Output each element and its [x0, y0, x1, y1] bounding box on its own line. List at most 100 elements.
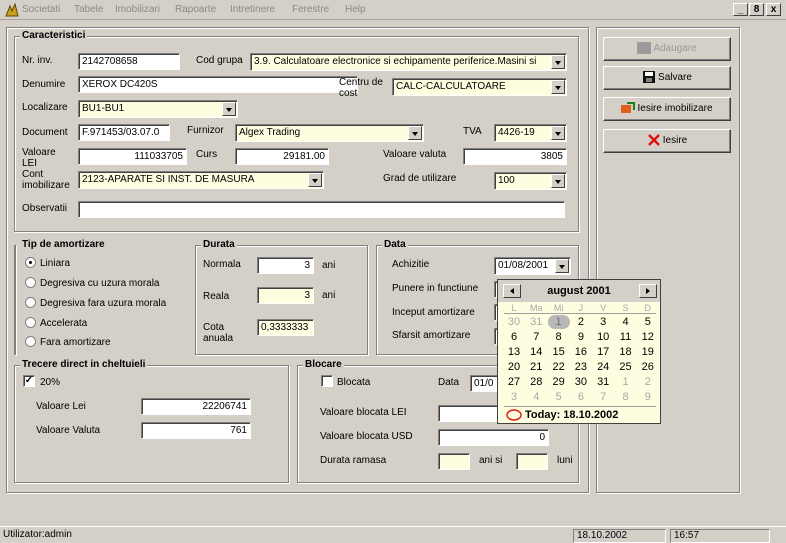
iesire-button[interactable]: Iesire [603, 129, 731, 153]
calendar-day[interactable]: 4 [525, 390, 547, 404]
radio-fara-amortizare[interactable] [25, 336, 36, 347]
tva-select[interactable]: 4426-19 [494, 124, 567, 142]
calendar-day[interactable]: 26 [637, 360, 659, 374]
calendar-day[interactable]: 14 [525, 345, 547, 359]
calendar-day[interactable]: 11 [615, 330, 637, 344]
radio-accelerata[interactable] [25, 317, 36, 328]
calendar-day[interactable]: 6 [570, 390, 592, 404]
val-blocata-usd-field[interactable]: 0 [438, 429, 549, 446]
grad-utilizare-select[interactable]: 100 [494, 172, 567, 190]
calendar-day[interactable]: 8 [548, 330, 570, 344]
calendar-day[interactable]: 1 [547, 315, 570, 329]
menu-imobilizari[interactable]: Imobilizari [115, 4, 160, 15]
achizitie-date-picker[interactable]: 01/08/2001 [494, 257, 571, 275]
valoare-lei-field[interactable]: 111033705 [78, 148, 187, 165]
calendar-day[interactable]: 12 [637, 330, 659, 344]
trecere-valoare-lei-field[interactable]: 22206741 [141, 398, 251, 415]
calendar-day[interactable]: 9 [570, 330, 592, 344]
radio-degresiva-cu-uzura[interactable] [25, 277, 36, 288]
degresiva-cu-uzura-label: Degresiva cu uzura morala [40, 278, 160, 289]
menu-ferestre[interactable]: Ferestre [292, 4, 329, 15]
menu-help[interactable]: Help [345, 4, 366, 15]
calendar-day[interactable]: 29 [548, 375, 570, 389]
observatii-field[interactable] [78, 201, 565, 218]
cod-grupa-select[interactable]: 3.9. Calculatoare electronice si echipam… [250, 53, 567, 71]
calendar-day[interactable]: 21 [525, 360, 547, 374]
grad-utilizare-dropdown-icon[interactable] [551, 174, 565, 188]
calendar-day[interactable]: 4 [615, 315, 637, 329]
curs-field[interactable]: 29181.00 [235, 148, 329, 165]
calendar-day[interactable]: 24 [592, 360, 614, 374]
calendar-day[interactable]: 5 [548, 390, 570, 404]
calendar-day[interactable]: 20 [503, 360, 525, 374]
iesire-imobilizare-button[interactable]: Iesire imobilizare [603, 97, 731, 121]
menu-tabele[interactable]: Tabele [74, 4, 103, 15]
calendar-day[interactable]: 19 [637, 345, 659, 359]
reala-field[interactable]: 3 [257, 287, 314, 304]
centru-cost-dropdown-icon[interactable] [551, 80, 565, 94]
calendar-day[interactable]: 9 [637, 390, 659, 404]
nr-inv-field[interactable]: 2142708658 [78, 53, 180, 70]
calendar-day[interactable]: 3 [503, 390, 525, 404]
calendar-day[interactable]: 16 [570, 345, 592, 359]
centru-cost-select[interactable]: CALC-CALCULATOARE [392, 78, 567, 96]
menu-societati[interactable]: Societati [22, 4, 60, 15]
calendar-day[interactable]: 1 [615, 375, 637, 389]
durata-ramasa-luni-field[interactable] [516, 453, 548, 470]
furnizor-dropdown-icon[interactable] [408, 126, 422, 140]
calendar-today-link[interactable]: Today: 18.10.2002 [525, 409, 618, 421]
calendar-day[interactable]: 7 [592, 390, 614, 404]
close-button[interactable]: x [766, 3, 781, 16]
localizare-select[interactable]: BU1-BU1 [78, 100, 238, 118]
valoare-valuta-field[interactable]: 3805 [463, 148, 567, 165]
calendar-day[interactable]: 7 [525, 330, 547, 344]
localizare-dropdown-icon[interactable] [222, 102, 236, 116]
radio-liniara[interactable] [25, 257, 36, 268]
calendar-day[interactable]: 15 [548, 345, 570, 359]
radio-degresiva-fara-uzura[interactable] [25, 297, 36, 308]
cota-anuala-field[interactable]: 0,3333333 [257, 319, 314, 336]
menu-rapoarte[interactable]: Rapoarte [175, 4, 216, 15]
calendar-day[interactable]: 30 [570, 375, 592, 389]
calendar-day[interactable]: 5 [637, 315, 659, 329]
calendar-day[interactable]: 6 [503, 330, 525, 344]
calendar-day[interactable]: 25 [615, 360, 637, 374]
menu-intretinere[interactable]: Intretinere [230, 4, 275, 15]
calendar-day[interactable]: 2 [637, 375, 659, 389]
salvare-button[interactable]: Salvare [603, 66, 731, 90]
minimize-button[interactable]: _ [733, 3, 748, 16]
trecere-checkbox[interactable]: ✓ [23, 375, 35, 387]
document-field[interactable]: F.971453/03.07.0 [78, 124, 170, 141]
calendar-day[interactable]: 31 [525, 315, 547, 329]
calendar-day[interactable]: 28 [525, 375, 547, 389]
achizitie-dropdown-icon[interactable] [555, 259, 569, 273]
cod-grupa-dropdown-icon[interactable] [551, 55, 565, 69]
cont-imobilizare-dropdown-icon[interactable] [308, 173, 322, 187]
calendar-day[interactable]: 27 [503, 375, 525, 389]
restore-button[interactable]: 8 [749, 3, 764, 16]
tva-dropdown-icon[interactable] [551, 126, 565, 140]
calendar-day[interactable]: 13 [503, 345, 525, 359]
next-month-button[interactable] [639, 284, 657, 298]
calendar-day[interactable]: 3 [592, 315, 614, 329]
adaugare-button[interactable]: Adaugare [603, 37, 731, 61]
calendar-day[interactable]: 30 [503, 315, 525, 329]
calendar-day[interactable]: 2 [570, 315, 592, 329]
app-icon[interactable] [4, 2, 20, 18]
blocata-checkbox[interactable] [321, 375, 333, 387]
calendar-day[interactable]: 8 [615, 390, 637, 404]
durata-ramasa-ani-field[interactable] [438, 453, 470, 470]
calendar-day[interactable]: 31 [592, 375, 614, 389]
calendar-day[interactable]: 18 [615, 345, 637, 359]
val-blocata-lei-field[interactable] [438, 405, 498, 422]
denumire-field[interactable]: XEROX DC420S [78, 76, 358, 93]
normala-field[interactable]: 3 [257, 257, 314, 274]
blocare-data-field[interactable]: 01/0 [470, 375, 500, 392]
trecere-valoare-valuta-field[interactable]: 761 [141, 422, 251, 439]
calendar-day[interactable]: 23 [570, 360, 592, 374]
calendar-day[interactable]: 22 [548, 360, 570, 374]
calendar-day[interactable]: 10 [592, 330, 614, 344]
cont-imobilizare-select[interactable]: 2123-APARATE SI INST. DE MASURA [78, 171, 324, 189]
calendar-day[interactable]: 17 [592, 345, 614, 359]
furnizor-select[interactable]: Algex Trading [235, 124, 424, 142]
